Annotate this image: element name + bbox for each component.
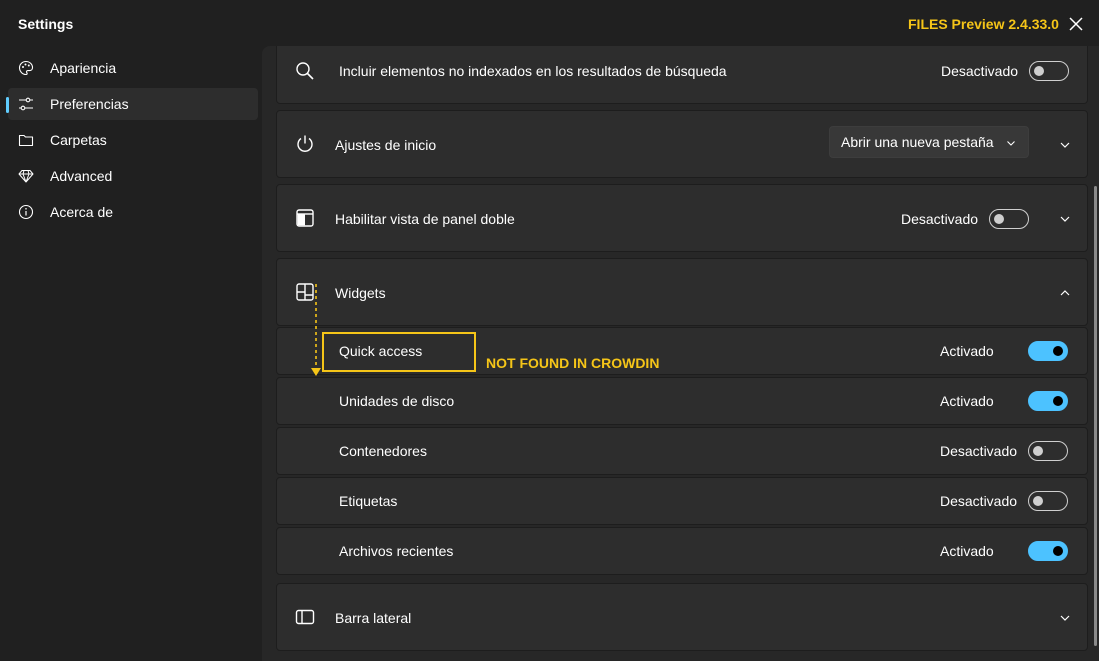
widget-row-etiquetas: Etiquetas Desactivado [276,477,1088,525]
recent-files-toggle[interactable] [1028,541,1068,561]
scrollbar[interactable] [1094,186,1097,646]
selection-indicator [6,97,9,113]
toggle-knob [1033,446,1043,456]
chevron-down-icon [1007,141,1015,146]
chevron-down-icon[interactable] [1059,139,1071,151]
widget-label: Archivos recientes [339,543,454,559]
sliders-icon [19,97,33,111]
toggle-knob [1053,346,1063,356]
sidebar-icon [295,609,315,625]
setting-title: Incluir elementos no indexados en los re… [339,63,727,79]
containers-toggle[interactable] [1028,441,1068,461]
setting-title: Habilitar vista de panel doble [335,211,515,227]
sidebar-item-label: Advanced [50,168,113,184]
sidebar-settings-expander[interactable]: Barra lateral [276,583,1088,651]
widget-state-label: Activado [940,543,994,559]
chevron-down-icon[interactable] [1059,612,1071,624]
widget-row-unidades-de-disco: Unidades de disco Activado [276,377,1088,425]
annotation-note: NOT FOUND IN CROWDIN [486,355,660,371]
widget-row-archivos-recientes: Archivos recientes Activado [276,527,1088,575]
sidebar-item-acerca-de[interactable]: Acerca de [8,196,258,228]
sidebar-item-label: Acerca de [50,204,114,220]
setting-state-label: Desactivado [901,211,979,227]
sidebar-item-advanced[interactable]: Advanced [8,160,258,192]
widget-state-label: Desactivado [940,443,1018,459]
widget-state-label: Desactivado [940,493,1018,509]
sidebar-item-label: Preferencias [50,96,129,112]
version-annotation: FILES Preview 2.4.33.0 [908,16,1059,32]
toggle-knob [1053,546,1063,556]
setting-title: Ajustes de inicio [335,137,437,153]
startup-setting: Ajustes de inicio Abrir una nueva pestañ… [276,110,1088,178]
gem-icon [18,170,34,183]
folder-icon [18,134,34,147]
widget-state-label: Activado [940,393,994,409]
toggle-knob [1053,396,1063,406]
info-icon [18,204,34,220]
widget-label: Unidades de disco [339,393,455,409]
annotation-highlight-box [322,332,476,372]
toggle-knob [994,214,1004,224]
power-icon [297,135,313,152]
dual-pane-toggle[interactable] [989,209,1029,229]
dropdown-value: Abrir una nueva pestaña [841,134,994,150]
tags-toggle[interactable] [1028,491,1068,511]
startup-dropdown[interactable]: Abrir una nueva pestaña [829,126,1029,158]
search-indexing-setting: Incluir elementos no indexados en los re… [276,46,1088,104]
title-bar: Settings FILES Preview 2.4.33.0 [0,0,1099,46]
sidebar-item-apariencia[interactable]: Apariencia [8,52,258,84]
setting-title: Barra lateral [335,610,412,626]
setting-title: Widgets [335,285,386,301]
setting-state-label: Desactivado [941,63,1019,79]
sidebar-item-carpetas[interactable]: Carpetas [8,124,258,156]
dual-pane-icon [296,209,314,227]
close-icon [1069,17,1083,31]
quick-access-toggle[interactable] [1028,341,1068,361]
widget-state-label: Activado [940,343,994,359]
widget-label: Etiquetas [339,493,398,509]
search-icon [296,62,314,80]
settings-sidebar: Apariencia Preferencias Carpetas Advance… [0,46,262,661]
palette-icon [18,60,34,76]
widget-label: Contenedores [339,443,427,459]
widgets-expander[interactable]: Widgets [276,258,1088,326]
toggle-knob [1034,66,1044,76]
chevron-up-icon[interactable] [1059,287,1071,299]
drives-toggle[interactable] [1028,391,1068,411]
sidebar-item-preferencias[interactable]: Preferencias [6,88,258,120]
window-title: Settings [18,16,74,32]
search-indexing-toggle[interactable] [1029,61,1069,81]
chevron-down-icon[interactable] [1059,213,1071,225]
sidebar-item-label: Carpetas [50,132,107,148]
sidebar-item-label: Apariencia [50,60,117,76]
toggle-knob [1033,496,1043,506]
dual-pane-setting: Habilitar vista de panel doble Desactiva… [276,184,1088,252]
widget-row-contenedores: Contenedores Desactivado [276,427,1088,475]
close-button[interactable] [1064,12,1088,36]
